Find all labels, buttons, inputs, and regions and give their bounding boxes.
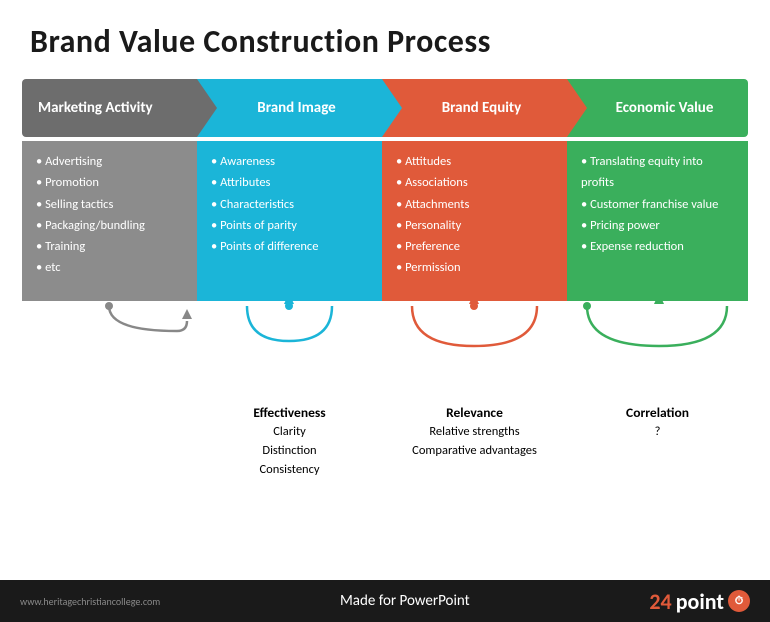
arrow-banner: Marketing Activity Brand Image Brand Equ… bbox=[22, 79, 748, 137]
label3-sub: ? bbox=[567, 423, 748, 442]
arrow3-svg bbox=[382, 301, 567, 361]
list-item: Advertising bbox=[36, 151, 187, 172]
list-item: Characteristics bbox=[211, 194, 372, 215]
arrow-col-1 bbox=[22, 301, 197, 401]
footer-url: www.heritagechristiancollege.com bbox=[20, 595, 160, 608]
list-item: Points of parity bbox=[211, 215, 372, 236]
list-item: Attributes bbox=[211, 172, 372, 193]
arrow-col-3 bbox=[382, 301, 567, 401]
slide-container: Brand Value Construction Process Marketi… bbox=[0, 0, 770, 622]
list-item: Training bbox=[36, 236, 187, 257]
list-item: Expense reduction bbox=[581, 236, 738, 257]
label1-sub: ClarityDistinctionConsistency bbox=[197, 423, 382, 479]
label-effectiveness: Effectiveness ClarityDistinctionConsiste… bbox=[197, 401, 382, 481]
col-brand-equity: AttitudesAssociationsAttachmentsPersonal… bbox=[382, 141, 567, 301]
arrow-col-4 bbox=[567, 301, 752, 401]
content-area: AdvertisingPromotionSelling tacticsPacka… bbox=[22, 141, 748, 301]
list-item: Customer franchise value bbox=[581, 194, 738, 215]
list-item: Selling tactics bbox=[36, 194, 187, 215]
brand-clock-icon: ⏱ bbox=[728, 590, 750, 612]
arrow-col-2 bbox=[197, 301, 382, 401]
list-item: Associations bbox=[396, 172, 557, 193]
label-col-1 bbox=[22, 401, 197, 481]
arrow2-svg bbox=[197, 301, 382, 361]
list-item: etc bbox=[36, 257, 187, 278]
arrow-labels: Effectiveness ClarityDistinctionConsiste… bbox=[22, 401, 748, 481]
col-economic: Translating equity into profitsCustomer … bbox=[567, 141, 748, 301]
banner-seg2: Brand Image bbox=[197, 79, 382, 137]
list-item: Attitudes bbox=[396, 151, 557, 172]
list-item: Packaging/bundling bbox=[36, 215, 187, 236]
banner-seg1: Marketing Activity bbox=[22, 79, 197, 137]
list-item: Translating equity into profits bbox=[581, 151, 738, 194]
col1-list: AdvertisingPromotionSelling tacticsPacka… bbox=[36, 151, 187, 279]
label-correlation: Correlation ? bbox=[567, 401, 748, 481]
list-item: Awareness bbox=[211, 151, 372, 172]
banner-seg3: Brand Equity bbox=[382, 79, 567, 137]
col-marketing: AdvertisingPromotionSelling tacticsPacka… bbox=[22, 141, 197, 301]
list-item: Attachments bbox=[396, 194, 557, 215]
banner-seg4: Economic Value bbox=[567, 79, 748, 137]
footer-made-for: Made for PowerPoint bbox=[340, 592, 470, 610]
footer-brand: 24point ⏱ bbox=[649, 588, 750, 615]
list-item: Pricing power bbox=[581, 215, 738, 236]
slide-header: Brand Value Construction Process bbox=[0, 0, 770, 71]
arrows-section bbox=[22, 301, 748, 401]
list-item: Preference bbox=[396, 236, 557, 257]
col2-list: AwarenessAttributesCharacteristicsPoints… bbox=[211, 151, 372, 257]
label2-sub: Relative strengthsComparative advantages bbox=[382, 423, 567, 461]
col4-list: Translating equity into profitsCustomer … bbox=[581, 151, 738, 257]
arrow4-svg bbox=[567, 301, 752, 361]
footer: www.heritagechristiancollege.com Made fo… bbox=[0, 580, 770, 622]
list-item: Points of difference bbox=[211, 236, 372, 257]
label-relevance: Relevance Relative strengthsComparative … bbox=[382, 401, 567, 481]
col3-list: AttitudesAssociationsAttachmentsPersonal… bbox=[396, 151, 557, 279]
arrow1-svg bbox=[22, 301, 197, 361]
list-item: Promotion bbox=[36, 172, 187, 193]
slide-title: Brand Value Construction Process bbox=[30, 22, 740, 61]
list-item: Permission bbox=[396, 257, 557, 278]
list-item: Personality bbox=[396, 215, 557, 236]
col-brand-image: AwarenessAttributesCharacteristicsPoints… bbox=[197, 141, 382, 301]
